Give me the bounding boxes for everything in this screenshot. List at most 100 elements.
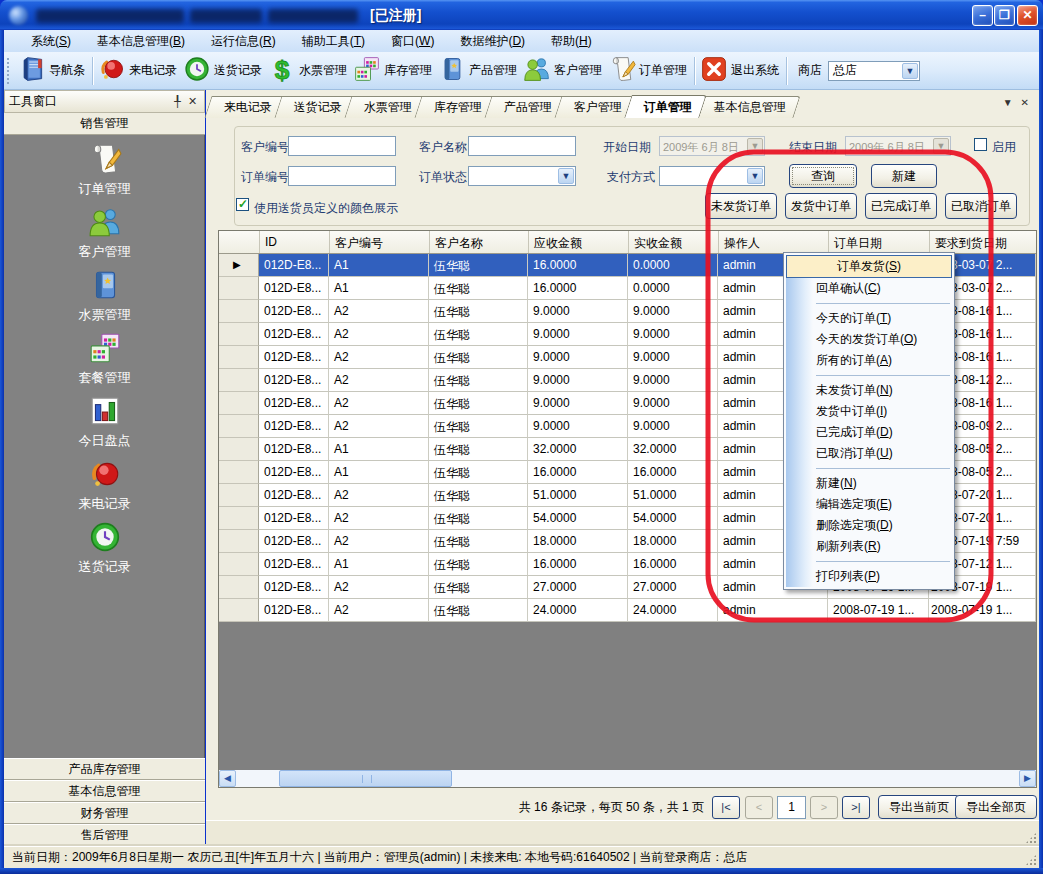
- tab-订单管理[interactable]: 订单管理: [624, 95, 706, 118]
- customer-name-input[interactable]: [468, 136, 576, 156]
- end-date-picker[interactable]: 2009年 6月 8日 ▼: [845, 136, 951, 156]
- chevron-down-icon[interactable]: ▼: [558, 168, 574, 184]
- context-menu-item[interactable]: 今天的订单(T): [786, 308, 952, 329]
- menu-R[interactable]: 运行信息(R): [198, 30, 289, 53]
- column-header[interactable]: 客户编号: [329, 231, 429, 253]
- prev-page-button[interactable]: <: [745, 796, 773, 819]
- context-menu-item[interactable]: 未发货订单(N): [786, 380, 952, 401]
- sidebar-item-people[interactable]: 客户管理: [4, 205, 205, 261]
- menu-S[interactable]: 系统(S): [18, 30, 84, 53]
- row-selector[interactable]: [219, 599, 259, 622]
- last-page-button[interactable]: >|: [842, 796, 870, 819]
- sidebar-item-color-grid[interactable]: 套餐管理: [4, 331, 205, 387]
- row-selector[interactable]: [219, 415, 259, 438]
- toolbar-button[interactable]: 送货记录: [181, 53, 266, 88]
- export-all-pages-button[interactable]: 导出全部页: [955, 795, 1037, 819]
- context-menu-item[interactable]: 发货中订单(I): [786, 401, 952, 422]
- sidebar-section[interactable]: 产品库存管理: [4, 758, 205, 780]
- sidebar-item-clock[interactable]: 送货记录: [4, 520, 205, 576]
- context-menu-item[interactable]: 已完成订单(D): [786, 422, 952, 443]
- page-number-input[interactable]: 1: [777, 796, 806, 819]
- row-selector[interactable]: [219, 369, 259, 392]
- toolbar-button[interactable]: 退出系统: [698, 53, 783, 88]
- table-row[interactable]: 012D-E8...A2伍华聪24.000024.0000admin2008-0…: [219, 599, 1036, 622]
- tab-close-icon[interactable]: ✕: [1021, 97, 1029, 108]
- next-page-button[interactable]: >: [810, 796, 838, 819]
- column-header[interactable]: 订单日期: [828, 231, 929, 253]
- row-selector[interactable]: [219, 507, 259, 530]
- title-bar[interactable]: [已注册] – ❐ ✕: [0, 0, 1043, 30]
- customer-no-input[interactable]: [288, 136, 396, 156]
- menu-D[interactable]: 数据维护(D): [447, 30, 538, 53]
- toolbar-button[interactable]: 来电记录: [96, 53, 181, 88]
- row-selector[interactable]: ▶: [219, 254, 259, 277]
- row-selector[interactable]: [219, 484, 259, 507]
- toolbar-button[interactable]: 产品管理: [436, 53, 521, 88]
- query-button[interactable]: 查询: [789, 164, 857, 188]
- toolbar-button[interactable]: 导航条: [16, 53, 89, 88]
- courier-color-checkbox[interactable]: [236, 198, 249, 211]
- store-select[interactable]: 总店▼: [828, 61, 920, 81]
- column-header[interactable]: ID: [259, 231, 329, 253]
- chevron-down-icon[interactable]: ▼: [902, 63, 918, 79]
- first-page-button[interactable]: |<: [712, 796, 740, 819]
- context-menu-item[interactable]: 今天的发货订单(O): [786, 329, 952, 350]
- chevron-down-icon[interactable]: ▼: [747, 168, 763, 184]
- column-header[interactable]: 应收金额: [528, 231, 628, 253]
- chevron-down-icon[interactable]: ▼: [747, 138, 763, 154]
- sidebar-item-scroll-pencil[interactable]: 订单管理: [4, 142, 205, 198]
- toolbar-button[interactable]: $水票管理: [266, 53, 351, 88]
- scroll-right-icon[interactable]: ▶: [1019, 770, 1036, 787]
- minimize-button[interactable]: –: [972, 5, 993, 26]
- scroll-left-icon[interactable]: ◀: [219, 770, 236, 787]
- new-button[interactable]: 新建: [871, 164, 937, 188]
- context-menu-item[interactable]: 已取消订单(U): [786, 443, 952, 464]
- sidebar-section[interactable]: 售后管理: [4, 824, 205, 846]
- maximize-button[interactable]: ❐: [994, 5, 1015, 26]
- context-menu-item[interactable]: 刷新列表(R): [786, 536, 952, 557]
- column-header[interactable]: 要求到货日期: [929, 231, 1036, 253]
- order-no-input[interactable]: [288, 166, 396, 186]
- tab-scroll-down-icon[interactable]: ▼: [1003, 97, 1013, 108]
- row-selector[interactable]: [219, 438, 259, 461]
- context-menu-item[interactable]: 编辑选定项(E): [786, 494, 952, 515]
- order-status-select[interactable]: ▼: [468, 166, 576, 186]
- column-header[interactable]: 操作人: [718, 231, 828, 253]
- context-menu-item[interactable]: 打印列表(P): [786, 566, 952, 587]
- column-header[interactable]: 客户名称: [429, 231, 528, 253]
- export-current-page-button[interactable]: 导出当前页: [878, 795, 960, 819]
- pay-method-select[interactable]: ▼: [659, 166, 765, 186]
- close-panel-icon[interactable]: ✕: [185, 94, 200, 109]
- column-header[interactable]: [219, 231, 259, 253]
- sidebar-item-blue-book[interactable]: 水票管理: [4, 268, 205, 324]
- status-filter-button[interactable]: 已取消订单: [945, 193, 1017, 219]
- pin-icon[interactable]: ╀: [170, 94, 185, 109]
- toolbar-grip[interactable]: [7, 58, 16, 84]
- row-selector[interactable]: [219, 576, 259, 599]
- context-menu-item[interactable]: 回单确认(C): [786, 278, 952, 299]
- sidebar-section-sales[interactable]: 销售管理: [4, 113, 205, 135]
- scrollbar-thumb[interactable]: [279, 770, 452, 787]
- row-selector[interactable]: [219, 323, 259, 346]
- context-menu-item[interactable]: 删除选定项(D): [786, 515, 952, 536]
- toolbar-button[interactable]: 客户管理: [521, 53, 606, 88]
- sidebar-item-bar-chart[interactable]: 今日盘点: [4, 394, 205, 450]
- row-selector[interactable]: [219, 346, 259, 369]
- start-date-picker[interactable]: 2009年 6月 8日 ▼: [659, 136, 765, 156]
- close-button[interactable]: ✕: [1017, 5, 1038, 26]
- row-selector[interactable]: [219, 392, 259, 415]
- row-selector[interactable]: [219, 300, 259, 323]
- toolbar-button[interactable]: 库存管理: [351, 53, 436, 88]
- horizontal-scrollbar[interactable]: ◀ ▶: [219, 770, 1036, 787]
- row-selector[interactable]: [219, 277, 259, 300]
- sidebar-section[interactable]: 财务管理: [4, 802, 205, 824]
- menu-H[interactable]: 帮助(H): [538, 30, 605, 53]
- context-menu-item[interactable]: 新建(N): [786, 473, 952, 494]
- sidebar-section[interactable]: 基本信息管理: [4, 780, 205, 802]
- context-menu-item[interactable]: 所有的订单(A): [786, 350, 952, 371]
- toolbar-button[interactable]: 订单管理: [606, 53, 691, 88]
- status-filter-button[interactable]: 已完成订单: [865, 193, 937, 219]
- status-filter-button[interactable]: 未发货订单: [705, 193, 777, 219]
- row-selector[interactable]: [219, 530, 259, 553]
- menu-B[interactable]: 基本信息管理(B): [84, 30, 198, 53]
